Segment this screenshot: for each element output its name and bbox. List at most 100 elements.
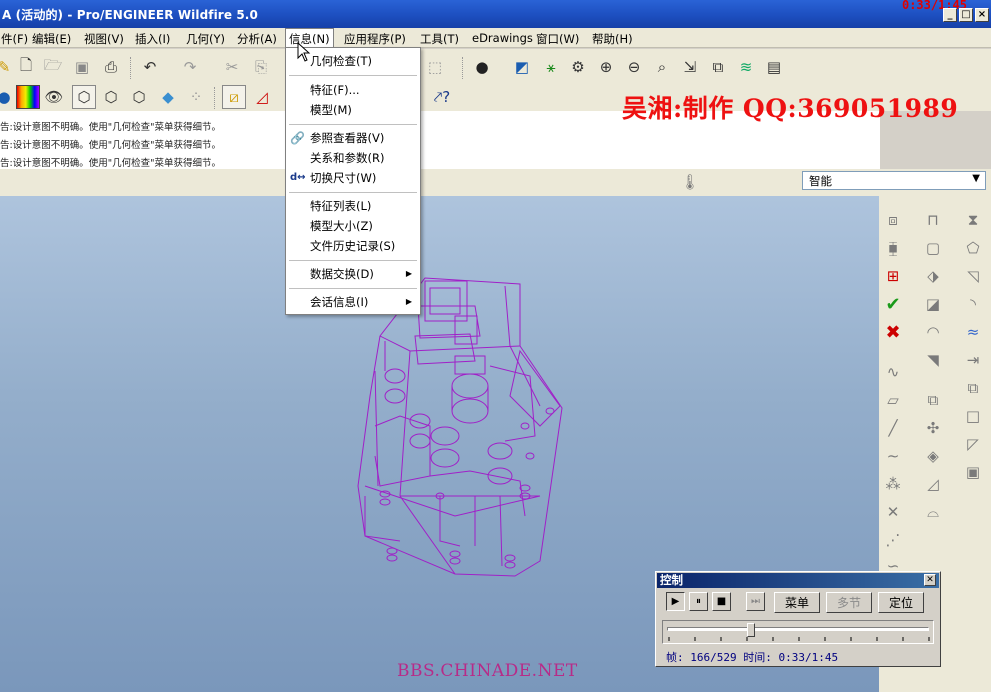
- sweep-tool-icon[interactable]: ◠: [923, 322, 943, 342]
- render-sphere-icon[interactable]: ●: [472, 57, 492, 77]
- sketch-tool-icon[interactable]: ∿: [883, 362, 903, 382]
- group-tool-icon[interactable]: ⧉: [923, 390, 943, 410]
- menu-item-feature[interactable]: 特征(F)...: [286, 80, 420, 100]
- reorient-icon[interactable]: ⇲: [680, 57, 700, 77]
- save-icon[interactable]: ▣: [72, 57, 92, 77]
- surface-tool-icon[interactable]: ◿: [923, 474, 943, 494]
- pattern-tool-icon[interactable]: ⧉: [963, 378, 983, 398]
- menu-insert[interactable]: 插入(I): [132, 30, 173, 48]
- spin-center-icon[interactable]: ⚹: [541, 57, 561, 77]
- line-tool-icon[interactable]: ╱: [883, 418, 903, 438]
- orient-mode-icon[interactable]: ⚙: [568, 57, 588, 77]
- selection-box-icon[interactable]: ⬚: [425, 57, 445, 77]
- stop-button[interactable]: ■: [712, 592, 731, 611]
- playback-slider[interactable]: [662, 620, 934, 644]
- context-help-icon[interactable]: ⤤?: [432, 87, 452, 107]
- saved-views-icon[interactable]: ⧉: [708, 57, 728, 77]
- style-curve-icon[interactable]: ≈: [963, 322, 983, 342]
- menu-applications[interactable]: 应用程序(P): [341, 30, 409, 48]
- cancel-x-icon[interactable]: ✖: [883, 322, 903, 343]
- menu-edit[interactable]: 编辑(E): [29, 30, 74, 48]
- no-hidden-icon[interactable]: ⬡: [129, 87, 149, 107]
- shell-tool-icon[interactable]: ▢: [923, 238, 943, 258]
- thermometer-icon[interactable]: 🌡: [680, 172, 700, 192]
- view-manager-icon[interactable]: ▤: [764, 57, 784, 77]
- datum-axes-icon[interactable]: ◿: [252, 87, 272, 107]
- slider-thumb[interactable]: [746, 623, 755, 637]
- menu-item-data-exchange[interactable]: 数据交换(D) ▶: [286, 264, 420, 284]
- menu-item-model[interactable]: 模型(M): [286, 100, 420, 120]
- refit-icon[interactable]: ⌕: [652, 57, 672, 77]
- datum-plane-tool-icon[interactable]: ⧈: [883, 210, 903, 230]
- mirror-tool-icon[interactable]: ⧗: [963, 210, 983, 230]
- square-tool-icon[interactable]: □: [963, 406, 983, 426]
- menu-item-model-size[interactable]: 模型大小(Z): [286, 216, 420, 236]
- offset-tool-icon[interactable]: ◹: [963, 266, 983, 286]
- pause-button[interactable]: ⏸: [689, 592, 708, 611]
- redraw-icon[interactable]: ◩: [512, 57, 532, 77]
- menu-tools[interactable]: 工具(T): [417, 30, 462, 48]
- zoom-out-icon[interactable]: ⊖: [624, 57, 644, 77]
- menu-item-relations-params[interactable]: 关系和参数(R): [286, 148, 420, 168]
- section-button[interactable]: 多节: [826, 592, 872, 613]
- close-button[interactable]: ×: [975, 8, 989, 22]
- plane-sketch-icon[interactable]: ▱: [883, 390, 903, 410]
- locate-button[interactable]: 定位: [878, 592, 924, 613]
- round-tool-icon[interactable]: ⬠: [963, 238, 983, 258]
- menu-item-feature-list[interactable]: 特征列表(L): [286, 196, 420, 216]
- appearance-gallery-icon[interactable]: [16, 85, 40, 109]
- rib-tool-icon[interactable]: ◪: [923, 294, 943, 314]
- point-tool-icon[interactable]: ◈: [923, 446, 943, 466]
- next-frame-button[interactable]: ⏭: [746, 592, 765, 611]
- close-icon[interactable]: ✕: [924, 574, 936, 586]
- minimize-button[interactable]: _: [943, 8, 957, 22]
- undo-icon[interactable]: ↶: [140, 57, 160, 77]
- menu-item-reference-viewer[interactable]: 🔗 参照查看器(V): [286, 128, 420, 148]
- shading-icon[interactable]: ◆: [158, 87, 178, 107]
- model-display-icon[interactable]: ●: [0, 87, 14, 107]
- wireframe-display-icon[interactable]: ⬡: [72, 85, 96, 109]
- copy-icon[interactable]: ⎘: [251, 57, 271, 77]
- menu-window[interactable]: 窗口(W): [533, 30, 582, 48]
- eye-icon[interactable]: 👁: [44, 87, 64, 107]
- curve-tool-icon[interactable]: ∼: [883, 446, 903, 466]
- datum-plane-display-icon[interactable]: ⧄: [222, 85, 246, 109]
- layers-icon[interactable]: ≋: [736, 57, 756, 77]
- menu-view[interactable]: 视图(V): [81, 30, 127, 48]
- extrude-tool-icon[interactable]: ⊓: [923, 210, 943, 230]
- menu-item-session-info[interactable]: 会话信息(I) ▶: [286, 292, 420, 312]
- selection-filter-select[interactable]: 智能 ▼: [802, 171, 986, 190]
- menu-item-file-history[interactable]: 文件历史记录(S): [286, 236, 420, 256]
- new-file-icon[interactable]: 🗋: [16, 56, 36, 77]
- folder-icon[interactable]: ✎: [0, 57, 14, 77]
- chamfer-tool-icon[interactable]: ◝: [963, 294, 983, 314]
- boundary-tool-icon[interactable]: ◸: [963, 434, 983, 454]
- menu-analysis[interactable]: 分析(A): [234, 30, 280, 48]
- menu-edrawings[interactable]: eDrawings: [469, 30, 536, 46]
- revolve-tool-icon[interactable]: ✣: [923, 418, 943, 438]
- open-folder-icon[interactable]: 🗁: [43, 56, 63, 77]
- datum-axis-tool-icon[interactable]: ⧯: [883, 238, 903, 258]
- checkmark-icon[interactable]: ✔: [883, 294, 903, 315]
- maximize-button[interactable]: □: [959, 8, 973, 22]
- menu-item-switch-dimensions[interactable]: d↔ 切换尺寸(W): [286, 168, 420, 188]
- cube-tool-icon[interactable]: ▣: [963, 462, 983, 482]
- arrow-right-icon[interactable]: ⇥: [963, 350, 983, 370]
- add-feature-icon[interactable]: ⊞: [883, 266, 903, 286]
- cut-icon[interactable]: ✂: [222, 57, 242, 77]
- menu-file[interactable]: 件(F): [0, 30, 31, 48]
- datum-point-tool-icon[interactable]: ⁂: [883, 474, 903, 494]
- analysis-feature-icon[interactable]: ⋰: [883, 530, 903, 550]
- menu-help[interactable]: 帮助(H): [589, 30, 636, 48]
- print-icon[interactable]: ⎙: [101, 57, 121, 77]
- redo-icon[interactable]: ↷: [180, 57, 200, 77]
- menu-geometry[interactable]: 几何(Y): [183, 30, 228, 48]
- blend-tool-icon[interactable]: ◥: [923, 350, 943, 370]
- menu-button[interactable]: 菜单: [774, 592, 820, 613]
- zoom-in-icon[interactable]: ⊕: [596, 57, 616, 77]
- play-button[interactable]: ▶: [666, 592, 685, 611]
- datum-display-icon[interactable]: ⁘: [186, 87, 206, 107]
- hidden-line-icon[interactable]: ⬡: [101, 87, 121, 107]
- draft-tool-icon[interactable]: ⬗: [923, 266, 943, 286]
- merge-tool-icon[interactable]: ⌓: [923, 502, 943, 522]
